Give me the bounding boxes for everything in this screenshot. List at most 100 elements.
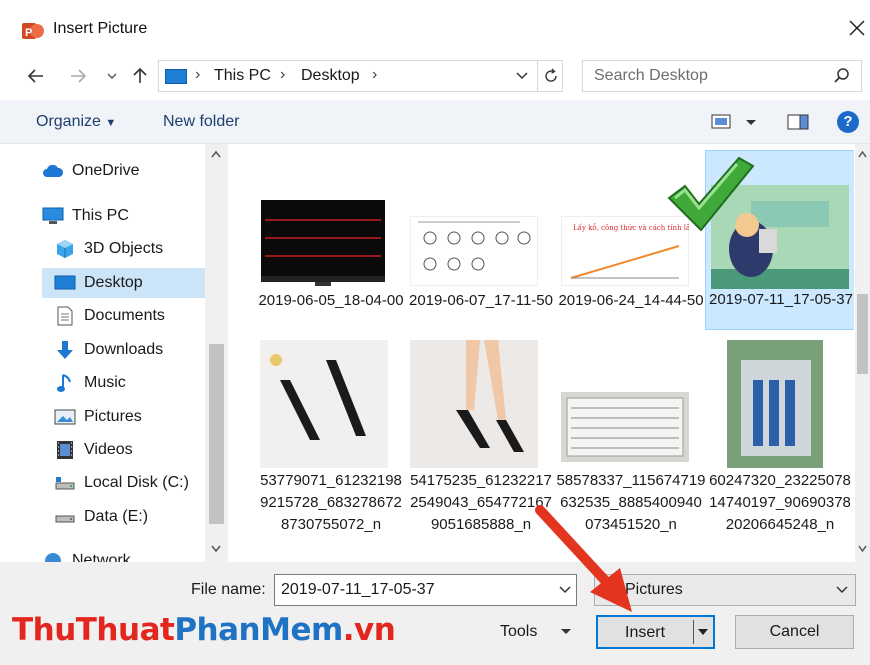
- back-arrow-icon[interactable]: [24, 64, 48, 88]
- download-icon: [54, 340, 76, 360]
- music-icon: [54, 373, 76, 393]
- file-thumbnail: [410, 340, 538, 468]
- command-bar: Organize ▼ New folder ?: [0, 100, 870, 144]
- sidebar-item-pictures[interactable]: Pictures: [54, 402, 142, 432]
- up-arrow-icon[interactable]: [128, 64, 152, 88]
- help-icon[interactable]: ?: [837, 111, 859, 133]
- address-bar[interactable]: › This PC › Desktop ›: [158, 60, 563, 92]
- sidebar-item-label: Documents: [84, 307, 165, 324]
- insert-button[interactable]: Insert: [596, 615, 715, 649]
- file-name-dropdown-icon[interactable]: [558, 581, 572, 597]
- window-title: Insert Picture: [53, 20, 148, 37]
- sidebar-item-label: Local Disk (C:): [84, 474, 189, 491]
- breadcrumb-separator-icon[interactable]: ›: [372, 66, 377, 84]
- sidebar-item-label: Videos: [84, 441, 133, 458]
- document-icon: [54, 306, 76, 326]
- preview-pane-icon[interactable]: [787, 114, 809, 130]
- file-grid: 2019-06-05_18-04-00 2019-06-07_17-11-50 …: [230, 144, 854, 562]
- file-thumbnail: [727, 340, 823, 468]
- file-grid-scroll-thumb[interactable]: [857, 294, 868, 374]
- sidebar-item-music[interactable]: Music: [54, 368, 126, 398]
- view-options-dropdown-icon[interactable]: [745, 114, 757, 130]
- organize-dropdown-icon: ▼: [105, 117, 117, 129]
- file-name: 54175235_612322172549043_654772167905168…: [410, 472, 552, 533]
- forward-arrow-icon[interactable]: [66, 64, 90, 88]
- file-tile[interactable]: 58578337_115674719632535_888540094007345…: [556, 336, 706, 560]
- file-thumbnail: [261, 200, 385, 286]
- file-thumbnail: [410, 216, 538, 286]
- insert-label: Insert: [625, 624, 666, 641]
- sidebar-item-label: Music: [84, 374, 126, 391]
- new-folder-button[interactable]: New folder: [163, 113, 239, 131]
- recent-locations-chevron-icon[interactable]: [100, 64, 124, 88]
- watermark-part-2: PhanMem: [174, 612, 343, 648]
- tools-dropdown-icon[interactable]: [560, 624, 572, 638]
- file-grid-scrollbar[interactable]: [855, 144, 870, 562]
- sidebar-item-desktop[interactable]: Desktop: [42, 268, 205, 298]
- file-thumbnail: [260, 340, 388, 468]
- sidebar-item-documents[interactable]: Documents: [54, 301, 165, 331]
- title-bar: P Insert Picture: [0, 0, 870, 58]
- search-input[interactable]: Search Desktop: [582, 60, 862, 92]
- watermark-logo: ThuThuatPhanMem.vn: [12, 612, 396, 648]
- insert-options-dropdown-icon[interactable]: [693, 620, 711, 644]
- organize-menu[interactable]: Organize ▼: [36, 113, 116, 131]
- file-name: 58578337_115674719632535_888540094007345…: [556, 472, 706, 533]
- cube-icon: [54, 239, 76, 259]
- tools-menu[interactable]: Tools: [500, 623, 537, 641]
- search-icon[interactable]: [833, 67, 851, 85]
- file-tile[interactable]: Lấy kỗ, công thức và cách tính lãi kép 2…: [556, 150, 706, 336]
- file-name-label: File name:: [191, 581, 266, 598]
- watermark-part-3: .vn: [342, 612, 396, 648]
- sidebar-item-label: Pictures: [84, 408, 142, 425]
- sidebar-item-label: Desktop: [84, 274, 143, 291]
- breadcrumb-this-pc[interactable]: This PC: [214, 67, 271, 85]
- cancel-button[interactable]: Cancel: [735, 615, 854, 649]
- sidebar-scrollbar[interactable]: [205, 144, 228, 562]
- file-name-value: 2019-07-11_17-05-37: [281, 581, 435, 598]
- breadcrumb-desktop[interactable]: Desktop: [301, 67, 360, 85]
- close-icon[interactable]: [845, 16, 869, 40]
- drive-icon: [54, 507, 76, 527]
- sidebar-item-onedrive[interactable]: OneDrive: [42, 156, 140, 186]
- network-icon: [42, 551, 64, 562]
- file-thumbnail: [561, 392, 689, 462]
- file-name-input[interactable]: 2019-07-11_17-05-37: [274, 574, 577, 606]
- file-name: 2019-06-24_14-44-50: [558, 292, 704, 309]
- thumbnail-chart-title: Lấy kỗ, công thức và cách tính lãi kép: [573, 223, 689, 232]
- sidebar-item-data-e[interactable]: Data (E:): [54, 502, 148, 532]
- change-view-icon[interactable]: [711, 114, 733, 130]
- scroll-up-icon[interactable]: [857, 149, 868, 159]
- file-type-value: Pictures: [625, 581, 683, 598]
- search-placeholder: Search Desktop: [594, 67, 708, 84]
- sidebar-item-this-pc[interactable]: This PC: [42, 201, 129, 231]
- sidebar-item-network[interactable]: Network: [42, 546, 131, 562]
- address-row: › This PC › Desktop › Search Desktop: [0, 58, 870, 100]
- drive-icon: [54, 473, 76, 493]
- sidebar-item-label: Downloads: [84, 341, 164, 358]
- file-type-select[interactable]: Pictures: [594, 574, 856, 606]
- file-tile[interactable]: 53779071_612321989215728_683278672873075…: [256, 336, 406, 560]
- sidebar-item-label: 3D Objects: [84, 240, 164, 257]
- sidebar-item-local-disk-c[interactable]: Local Disk (C:): [54, 468, 189, 498]
- file-tile-selected[interactable]: 2019-07-11_17-05-37: [705, 150, 854, 330]
- file-tile[interactable]: 60247320_2322507814740197_90690378202066…: [705, 336, 854, 560]
- sidebar-item-3d-objects[interactable]: 3D Objects: [54, 234, 163, 264]
- file-tile[interactable]: 54175235_612322172549043_654772167905168…: [406, 336, 556, 560]
- organize-label: Organize: [36, 113, 101, 130]
- file-type-dropdown-icon[interactable]: [835, 581, 849, 597]
- sidebar-item-downloads[interactable]: Downloads: [54, 335, 163, 365]
- address-dropdown-icon[interactable]: [514, 67, 530, 83]
- sidebar-item-videos[interactable]: Videos: [54, 435, 133, 465]
- sidebar-scroll-thumb[interactable]: [209, 344, 224, 524]
- file-tile[interactable]: 2019-06-07_17-11-50: [406, 150, 556, 336]
- desktop-icon: [54, 273, 76, 293]
- scroll-up-icon[interactable]: [210, 149, 222, 159]
- file-thumbnail: [711, 185, 849, 289]
- refresh-icon[interactable]: [537, 61, 563, 91]
- navigation-pane: OneDrive This PC 3D Objects Desktop Docu…: [0, 144, 228, 562]
- scroll-down-icon[interactable]: [857, 544, 868, 554]
- scroll-down-icon[interactable]: [210, 544, 222, 554]
- file-tile[interactable]: 2019-06-05_18-04-00: [256, 150, 406, 336]
- powerpoint-icon: P: [22, 23, 44, 39]
